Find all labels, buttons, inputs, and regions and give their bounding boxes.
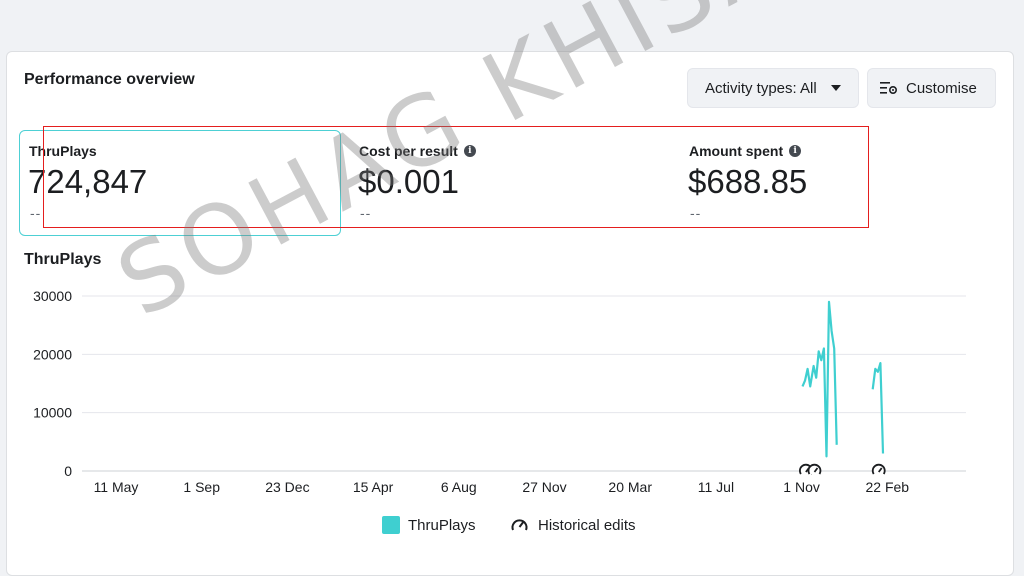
x-tick-label: 1 Sep [183, 479, 220, 495]
activity-types-dropdown[interactable]: Activity types: All [687, 68, 859, 108]
x-tick-label: 23 Dec [265, 479, 309, 495]
historical-edit-marker [871, 463, 886, 475]
metric-comparison-cost-per-result: -- [360, 205, 372, 221]
caret-down-icon [830, 85, 841, 91]
thruplays-chart: 0 10000 20000 30000 11 May 1 Sep 23 Dec 15 Apr 6… [33, 288, 966, 495]
legend-item-thruplays[interactable]: ThruPlays [382, 516, 476, 534]
x-tick-label: 11 Jul [698, 479, 734, 495]
info-icon[interactable]: i [789, 145, 802, 157]
series-line-thruplays [871, 362, 885, 454]
info-icon[interactable]: i [463, 145, 476, 157]
page-title: Performance overview [24, 71, 195, 88]
x-tick-label: 1 Nov [783, 479, 820, 495]
customise-button[interactable]: Customise [867, 68, 996, 108]
customise-label: Customise [906, 79, 977, 97]
x-tick-label: 22 Feb [866, 479, 910, 495]
y-tick-label: 20000 [33, 346, 72, 362]
metric-label-cost-per-result[interactable]: Cost per result i [359, 143, 476, 159]
y-tick-label: 10000 [33, 405, 72, 421]
historical-edit-marker [807, 463, 822, 475]
y-tick-label: 0 [64, 463, 72, 479]
activity-types-label: Activity types: All [705, 79, 817, 97]
y-tick-label: 30000 [33, 288, 72, 304]
customise-settings-icon [880, 82, 898, 95]
metric-comparison-amount-spent: -- [690, 205, 702, 221]
x-tick-label: 11 May [94, 479, 139, 495]
x-tick-label: 6 Aug [441, 479, 477, 495]
metric-comparison-thruplays: -- [30, 205, 42, 221]
metric-value-thruplays: 724,847 [28, 163, 148, 200]
x-tick-label: 27 Nov [522, 479, 566, 495]
metric-value-cost-per-result: $0.001 [358, 163, 459, 200]
series-line-thruplays [801, 300, 838, 458]
metric-label-thruplays: ThruPlays [29, 143, 97, 159]
x-tick-label: 20 Mar [608, 479, 652, 495]
legend-label-thruplays: ThruPlays [408, 516, 476, 534]
metric-label-amount-spent[interactable]: Amount spent i [689, 143, 802, 159]
chart-title: ThruPlays [24, 251, 102, 268]
x-tick-label: 15 Apr [353, 479, 394, 495]
legend-label-historical-edits: Historical edits [538, 516, 636, 534]
legend-item-historical-edits[interactable]: Historical edits [510, 516, 636, 534]
metric-value-amount-spent: $688.85 [688, 163, 808, 200]
historical-edit-icon [511, 519, 528, 531]
legend-swatch [382, 516, 400, 534]
